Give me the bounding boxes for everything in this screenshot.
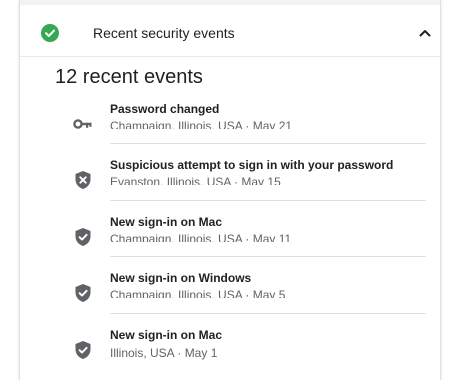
security-events-card: Recent security events 12 recent events … xyxy=(19,0,441,380)
chevron-up-icon[interactable] xyxy=(418,26,432,40)
event-title: Password changed xyxy=(110,102,220,116)
event-title: New sign-in on Mac xyxy=(110,328,223,342)
shield-check-icon xyxy=(75,284,91,302)
events-count-heading: 12 recent events xyxy=(55,66,203,88)
shield-x-icon xyxy=(75,171,91,189)
event-item[interactable]: Password changed Champaign, Illinois, US… xyxy=(55,102,415,152)
check-circle-icon xyxy=(41,24,59,42)
event-title: New sign-in on Mac xyxy=(110,215,223,229)
event-detail: Champaign, Illinois, USA · May 5 xyxy=(110,288,286,298)
shield-check-icon xyxy=(75,341,91,359)
divider xyxy=(110,313,426,314)
shield-check-icon xyxy=(75,228,91,246)
event-detail: Evanston, Illinois, USA · May 15 xyxy=(110,175,281,185)
section-header[interactable]: Recent security events xyxy=(20,10,440,57)
top-strip xyxy=(20,0,440,5)
divider xyxy=(110,143,426,144)
event-item[interactable]: New sign-in on Mac Champaign, Illinois, … xyxy=(55,215,415,265)
event-detail: Champaign, Illinois, USA · May 21 xyxy=(110,119,293,129)
event-title: New sign-in on Windows xyxy=(110,271,252,285)
event-detail: Champaign, Illinois, USA · May 11 xyxy=(110,232,292,242)
event-detail: Illinois, USA · May 1 xyxy=(110,346,218,360)
divider xyxy=(110,200,426,201)
divider xyxy=(110,256,426,257)
section-title: Recent security events xyxy=(93,25,235,41)
event-item[interactable]: New sign-in on Mac Illinois, USA · May 1 xyxy=(55,328,415,378)
event-title: Suspicious attempt to sign in with your … xyxy=(110,158,394,172)
key-icon xyxy=(73,119,92,129)
